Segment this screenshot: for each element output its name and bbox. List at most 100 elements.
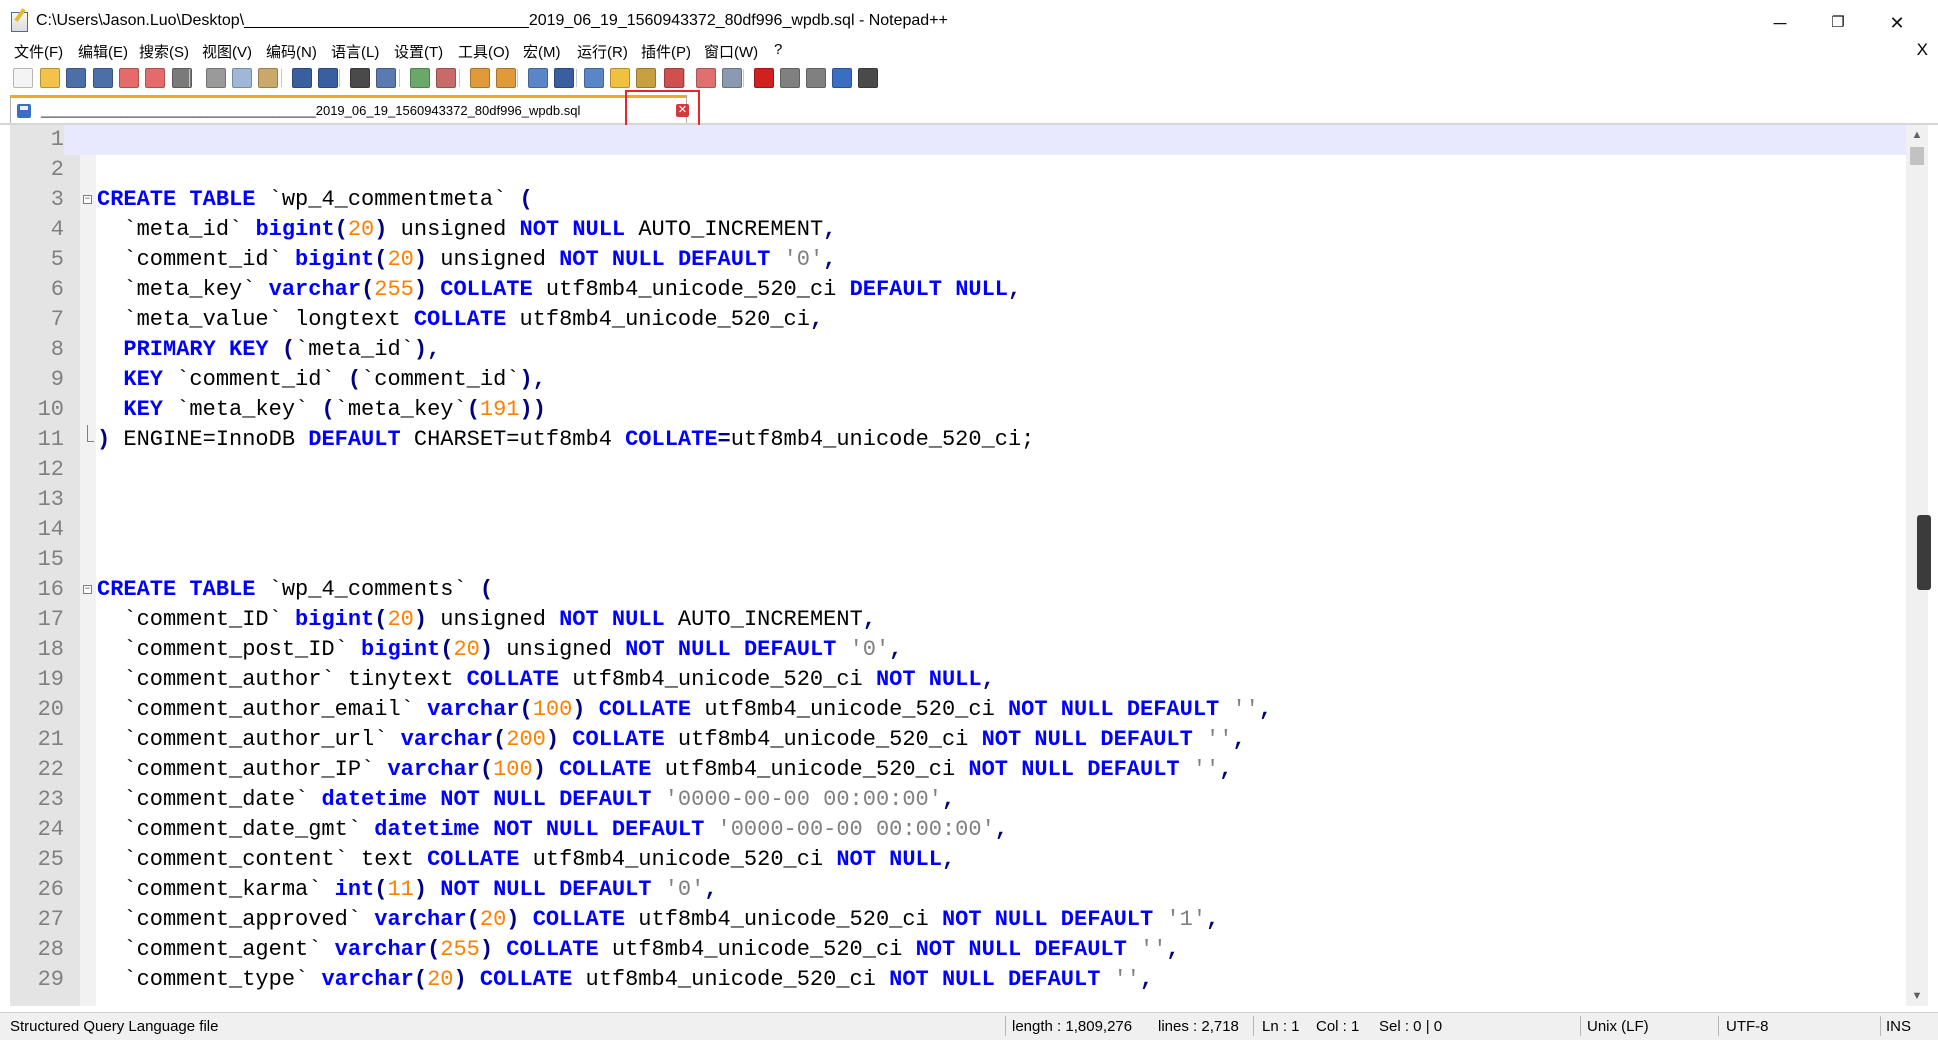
find-icon[interactable] (350, 68, 370, 88)
menu-file[interactable]: 文件(F) (14, 41, 63, 62)
code-line[interactable]: 27 `comment_approved` varchar(20) COLLAT… (10, 905, 1906, 935)
code-line[interactable]: 29 `comment_type` varchar(20) COLLATE ut… (10, 965, 1906, 995)
menu-tools[interactable]: 工具(O) (458, 41, 510, 62)
code-line[interactable]: 28 `comment_agent` varchar(255) COLLATE … (10, 935, 1906, 965)
save-macro-icon[interactable] (858, 68, 878, 88)
code-editor[interactable]: 1 2 3− CREATE TABLE `wp_4_commentmeta` (4 `… (10, 125, 1906, 1006)
restore-button[interactable]: ❐ (1818, 8, 1858, 38)
code-line[interactable]: 7 `meta_value` longtext COLLATE utf8mb4_… (10, 305, 1906, 335)
menu-view[interactable]: 视图(V) (202, 41, 252, 62)
menu-encoding[interactable]: 编码(N) (266, 41, 317, 62)
minimize-button[interactable]: ─ (1760, 8, 1800, 38)
cut-icon[interactable] (206, 68, 226, 88)
sql-keyword: DEFAULT (611, 817, 705, 842)
menu-plugins[interactable]: 插件(P) (641, 41, 691, 62)
code-line[interactable]: 20 `comment_author_email` varchar(100) C… (10, 695, 1906, 725)
code-text: `comment_approved` varchar(20) COLLATE u… (97, 905, 1219, 935)
code-line[interactable]: 9 KEY `comment_id` (`comment_id`), (10, 365, 1906, 395)
doc-map-icon[interactable] (636, 68, 656, 88)
code-line[interactable]: 14 (10, 515, 1906, 545)
close-icon[interactable] (119, 68, 139, 88)
zoom-out-icon[interactable] (436, 68, 456, 88)
monitor-icon[interactable] (722, 68, 742, 88)
menu-macro[interactable]: 宏(M) (523, 41, 561, 62)
scrollbar-thumb[interactable] (1910, 147, 1924, 165)
menu-edit[interactable]: 编辑(E) (78, 41, 128, 62)
code-line[interactable]: 12 (10, 455, 1906, 485)
sql-string: '' (1206, 727, 1233, 752)
code-line[interactable]: 8 PRIMARY KEY (`meta_id`), (10, 335, 1906, 365)
udl-icon[interactable] (610, 68, 630, 88)
code-line[interactable]: 24 `comment_date_gmt` datetime NOT NULL … (10, 815, 1906, 845)
folder-workspace-icon[interactable] (696, 68, 716, 88)
run-macro-multiple-icon[interactable] (832, 68, 852, 88)
status-eol[interactable]: Unix (LF) (1587, 1018, 1649, 1035)
fold-collapse-icon[interactable]: − (83, 585, 92, 594)
menu-language[interactable]: 语言(L) (331, 41, 379, 62)
sync-v-icon[interactable] (470, 68, 490, 88)
code-line[interactable]: 18 `comment_post_ID` bigint(20) unsigned… (10, 635, 1906, 665)
word-wrap-icon[interactable] (528, 68, 548, 88)
open-file-icon[interactable] (40, 68, 60, 88)
sql-operator: , (704, 877, 718, 902)
code-line[interactable]: 11) ENGINE=InnoDB DEFAULT CHARSET=utf8mb… (10, 425, 1906, 455)
menu-search[interactable]: 搜索(S) (139, 41, 189, 62)
code-line[interactable]: 23 `comment_date` datetime NOT NULL DEFA… (10, 785, 1906, 815)
code-line[interactable]: 16 − CREATE TABLE `wp_4_comments` ( (10, 575, 1906, 605)
code-line[interactable]: 26 `comment_karma` int(11) NOT NULL DEFA… (10, 875, 1906, 905)
line-number: 13 (37, 487, 64, 512)
code-text: CREATE TABLE `wp_4_comments` ( (97, 575, 493, 605)
status-file-type: Structured Query Language file (10, 1018, 219, 1035)
function-list-icon[interactable] (664, 68, 684, 88)
fold-collapse-icon[interactable]: − (83, 195, 92, 204)
code-text: KEY `meta_key` (`meta_key`(191)) (97, 395, 546, 425)
show-all-chars-icon[interactable] (554, 68, 574, 88)
close-document-button[interactable]: X (1917, 40, 1928, 60)
code-line[interactable]: 4 `meta_id` bigint(20) unsigned NOT NULL… (10, 215, 1906, 245)
indent-guide-icon[interactable] (584, 68, 604, 88)
undo-icon[interactable] (292, 68, 312, 88)
menu-window[interactable]: 窗口(W) (704, 41, 758, 62)
menu-settings[interactable]: 设置(T) (394, 41, 443, 62)
zoom-in-icon[interactable] (410, 68, 430, 88)
code-line[interactable]: 10 KEY `meta_key` (`meta_key`(191)) (10, 395, 1906, 425)
scroll-down-icon[interactable]: ▼ (1910, 989, 1924, 1003)
code-line[interactable]: 13 (10, 485, 1906, 515)
code-line[interactable]: 17 `comment_ID` bigint(20) unsigned NOT … (10, 605, 1906, 635)
stop-macro-icon[interactable] (780, 68, 800, 88)
play-macro-icon[interactable] (806, 68, 826, 88)
side-panel-grip[interactable] (1917, 515, 1931, 590)
code-line[interactable]: 25 `comment_content` text COLLATE utf8mb… (10, 845, 1906, 875)
redo-icon[interactable] (318, 68, 338, 88)
close-window-button[interactable]: ✕ (1877, 8, 1917, 38)
code-line[interactable]: 21 `comment_author_url` varchar(200) COL… (10, 725, 1906, 755)
code-line[interactable]: 22 `comment_author_IP` varchar(100) COLL… (10, 755, 1906, 785)
menu-run[interactable]: 运行(R) (577, 41, 628, 62)
status-encoding[interactable]: UTF-8 (1726, 1018, 1769, 1035)
close-all-icon[interactable] (145, 68, 165, 88)
code-line[interactable]: 15 (10, 545, 1906, 575)
code-line[interactable]: 2 (10, 155, 1906, 185)
code-line[interactable]: 1 (10, 125, 1906, 155)
code-line[interactable]: 5 `comment_id` bigint(20) unsigned NOT N… (10, 245, 1906, 275)
record-macro-icon[interactable] (754, 68, 774, 88)
code-line[interactable]: 3 − CREATE TABLE `wp_4_commentmeta` ( (10, 185, 1906, 215)
copy-icon[interactable] (232, 68, 252, 88)
document-tab[interactable]: ______________________________________20… (10, 95, 689, 123)
code-line[interactable]: 19 `comment_author` tinytext COLLATE utf… (10, 665, 1906, 695)
save-all-icon[interactable] (93, 68, 113, 88)
menu-help[interactable]: ? (774, 41, 782, 58)
status-col: Col : 1 (1316, 1018, 1360, 1035)
line-number: 25 (37, 847, 64, 872)
new-file-icon[interactable] (13, 68, 33, 88)
sync-h-icon[interactable] (496, 68, 516, 88)
save-icon[interactable] (66, 68, 86, 88)
scroll-up-icon[interactable]: ▲ (1910, 128, 1924, 142)
code-line[interactable]: 6 `meta_key` varchar(255) COLLATE utf8mb… (10, 275, 1906, 305)
replace-icon[interactable] (376, 68, 396, 88)
sql-keyword: NOT (941, 907, 982, 932)
paste-icon[interactable] (258, 68, 278, 88)
sql-keyword: KEY (123, 397, 164, 422)
